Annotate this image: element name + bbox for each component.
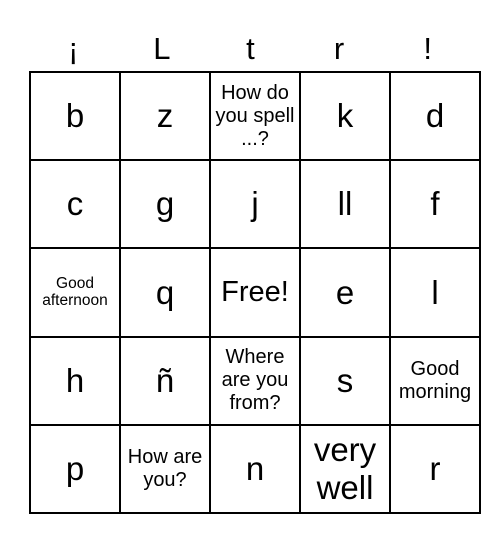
header-letter: ¡	[68, 31, 79, 66]
bingo-cell-text: ñ	[155, 361, 175, 399]
bingo-cell[interactable]: Good afternoon	[29, 247, 121, 338]
bingo-cell-text: b	[65, 97, 85, 135]
bingo-cell[interactable]: How are you?	[119, 423, 211, 515]
bingo-cell[interactable]: d	[389, 70, 481, 162]
bingo-cell[interactable]: b	[29, 70, 121, 162]
bingo-cell-text: k	[336, 97, 354, 135]
bingo-row: Good afternoon q Free! e l	[29, 247, 481, 338]
bingo-cell[interactable]: very well	[299, 423, 391, 515]
bingo-cell-text: r	[429, 449, 441, 487]
bingo-cell-text: Where are you from?	[221, 346, 289, 415]
bingo-cell-text: g	[155, 185, 175, 223]
bingo-cell-text: j	[251, 185, 259, 223]
bingo-cell[interactable]: g	[119, 159, 211, 250]
bingo-cell[interactable]: l	[389, 247, 481, 338]
bingo-cell[interactable]: e	[299, 247, 391, 338]
bingo-cell[interactable]: Where are you from?	[209, 335, 301, 426]
bingo-cell[interactable]: p	[29, 423, 121, 515]
bingo-header: ¡ L t r !	[29, 28, 472, 70]
bingo-cell-text: d	[425, 97, 445, 135]
bingo-cell-text: f	[430, 185, 440, 223]
bingo-cell-text: l	[431, 273, 439, 311]
bingo-cell-text: How do you spell ...?	[215, 81, 295, 150]
bingo-cell-text: p	[65, 449, 85, 487]
bingo-cell-text: ll	[337, 185, 353, 223]
bingo-cell[interactable]: h	[29, 335, 121, 426]
bingo-cell-text: Good morning	[398, 357, 472, 403]
bingo-cell[interactable]: c	[29, 159, 121, 250]
bingo-row: h ñ Where are you from? s Good morning	[29, 335, 481, 426]
bingo-row: c g j ll f	[29, 159, 481, 250]
bingo-cell-text: s	[336, 361, 354, 399]
bingo-cell[interactable]: ll	[299, 159, 391, 250]
bingo-cell-text: very well	[313, 430, 377, 506]
bingo-cell[interactable]: s	[299, 335, 391, 426]
bingo-cell-text: c	[66, 185, 84, 223]
bingo-row: p How are you? n very well r	[29, 423, 481, 515]
bingo-cell-text: e	[335, 273, 355, 311]
bingo-cell[interactable]: Good morning	[389, 335, 481, 426]
bingo-cell[interactable]: n	[209, 423, 301, 515]
bingo-cell[interactable]: r	[389, 423, 481, 515]
bingo-cell[interactable]: How do you spell ...?	[209, 70, 301, 162]
header-letter: !	[423, 31, 432, 66]
bingo-cell-text: How are you?	[127, 445, 203, 491]
header-letter: r	[333, 31, 345, 66]
bingo-cell-text: Good afternoon	[42, 274, 108, 310]
bingo-cell[interactable]: z	[119, 70, 211, 162]
header-letter: t	[246, 31, 255, 66]
bingo-cell[interactable]: k	[299, 70, 391, 162]
bingo-cell[interactable]: j	[209, 159, 301, 250]
bingo-cell-text: n	[245, 449, 265, 487]
bingo-cell-text: q	[155, 273, 175, 311]
bingo-cell[interactable]: f	[389, 159, 481, 250]
bingo-cell[interactable]: ñ	[119, 335, 211, 426]
bingo-cell[interactable]: q	[119, 247, 211, 338]
header-letter: L	[153, 31, 171, 66]
bingo-cell-text: z	[156, 97, 174, 135]
bingo-cell-text: h	[65, 361, 85, 399]
bingo-row: b z How do you spell ...? k d	[29, 70, 481, 162]
bingo-cell[interactable]: Free!	[209, 247, 301, 338]
bingo-cell-text: Free!	[221, 275, 289, 308]
bingo-grid: b z How do you spell ...? k d c g j ll f Good afte…	[29, 70, 481, 515]
